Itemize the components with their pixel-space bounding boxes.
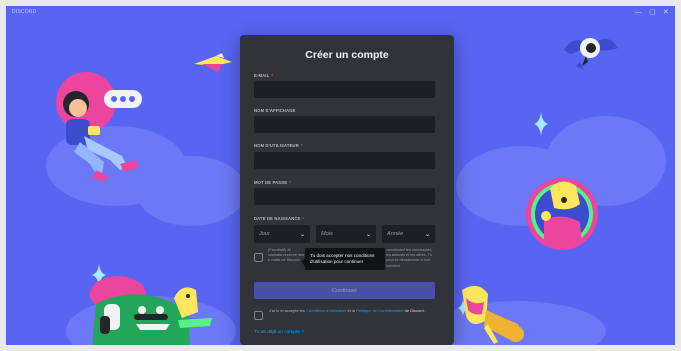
chevron-down-icon: ⌄ — [424, 231, 431, 238]
chevron-down-icon: ⌄ — [299, 231, 306, 238]
email-opt-in-checkbox[interactable] — [254, 253, 263, 262]
month-select-value: Mois — [321, 231, 333, 237]
email-label: E-MAIL * — [254, 73, 273, 78]
required-marker: * — [271, 73, 274, 78]
year-select-value: Année — [387, 231, 404, 237]
title-bar: DISCORD — ▢ ✕ — [6, 6, 675, 18]
privacy-policy-link[interactable]: Politique de Confidentialité — [356, 308, 403, 313]
dragon-illustration — [90, 276, 212, 345]
email-field[interactable] — [254, 81, 435, 98]
username-label-text: NOM D'UTILISATEUR — [254, 143, 299, 148]
minimize-icon[interactable]: — — [635, 9, 642, 16]
month-select[interactable]: Mois ⌄ — [316, 225, 376, 243]
login-link[interactable]: Tu as déjà un compte ? — [254, 330, 304, 335]
bird-illustration — [194, 53, 232, 72]
display-name-label: NOM D'AFFICHAGE — [254, 108, 296, 113]
app-window: DISCORD — ▢ ✕ Créer un compte E-MAIL * N… — [6, 6, 675, 345]
email-opt-in-text-continued: concernant les nouveautés, les astuces e… — [386, 248, 433, 268]
terms-text: J'ai lu et accepté les Conditions d'Util… — [269, 308, 429, 313]
character-reading-illustration — [56, 72, 142, 182]
birthdate-label-text: DATE DE NAISSANCE — [254, 216, 301, 221]
window-title: DISCORD — [12, 9, 37, 15]
day-select[interactable]: Jour ⌄ — [254, 225, 310, 243]
register-modal: Créer un compte E-MAIL * NOM D'AFFICHAGE … — [240, 35, 454, 345]
required-marker: * — [302, 216, 305, 221]
display-name-label-text: NOM D'AFFICHAGE — [254, 108, 296, 113]
email-label-text: E-MAIL — [254, 73, 270, 78]
close-icon[interactable]: ✕ — [663, 9, 669, 16]
display-name-field[interactable] — [254, 116, 435, 133]
terms-suffix: de Discord. — [403, 308, 425, 313]
required-marker: * — [289, 180, 291, 185]
password-label-text: MOT DE PASSE — [254, 180, 288, 185]
terms-checkbox[interactable] — [254, 311, 263, 320]
terms-middle: et la — [346, 308, 357, 313]
sparkle-icon — [534, 112, 548, 136]
year-select[interactable]: Année ⌄ — [382, 225, 435, 243]
flying-creature-illustration — [564, 38, 618, 70]
day-select-value: Jour — [259, 231, 270, 237]
horn-character-illustration — [462, 285, 524, 344]
required-marker: * — [300, 143, 303, 148]
modal-title: Créer un compte — [305, 49, 389, 61]
birthdate-label: DATE DE NAISSANCE * — [254, 216, 304, 221]
terms-of-service-link[interactable]: Conditions d'Utilisation — [306, 308, 346, 313]
maximize-icon[interactable]: ▢ — [649, 9, 656, 16]
character-portrait-illustration — [526, 178, 598, 250]
continue-button[interactable]: Continuer — [254, 282, 435, 299]
password-field[interactable] — [254, 188, 435, 205]
chevron-down-icon: ⌄ — [365, 231, 372, 238]
username-field[interactable] — [254, 152, 435, 169]
terms-required-tooltip: Tu dois accepter nos conditions d'utilis… — [301, 248, 385, 270]
password-label: MOT DE PASSE * — [254, 180, 291, 185]
username-label: NOM D'UTILISATEUR * — [254, 143, 303, 148]
terms-prefix: J'ai lu et accepté les — [269, 308, 307, 313]
window-controls: — ▢ ✕ — [635, 9, 669, 16]
